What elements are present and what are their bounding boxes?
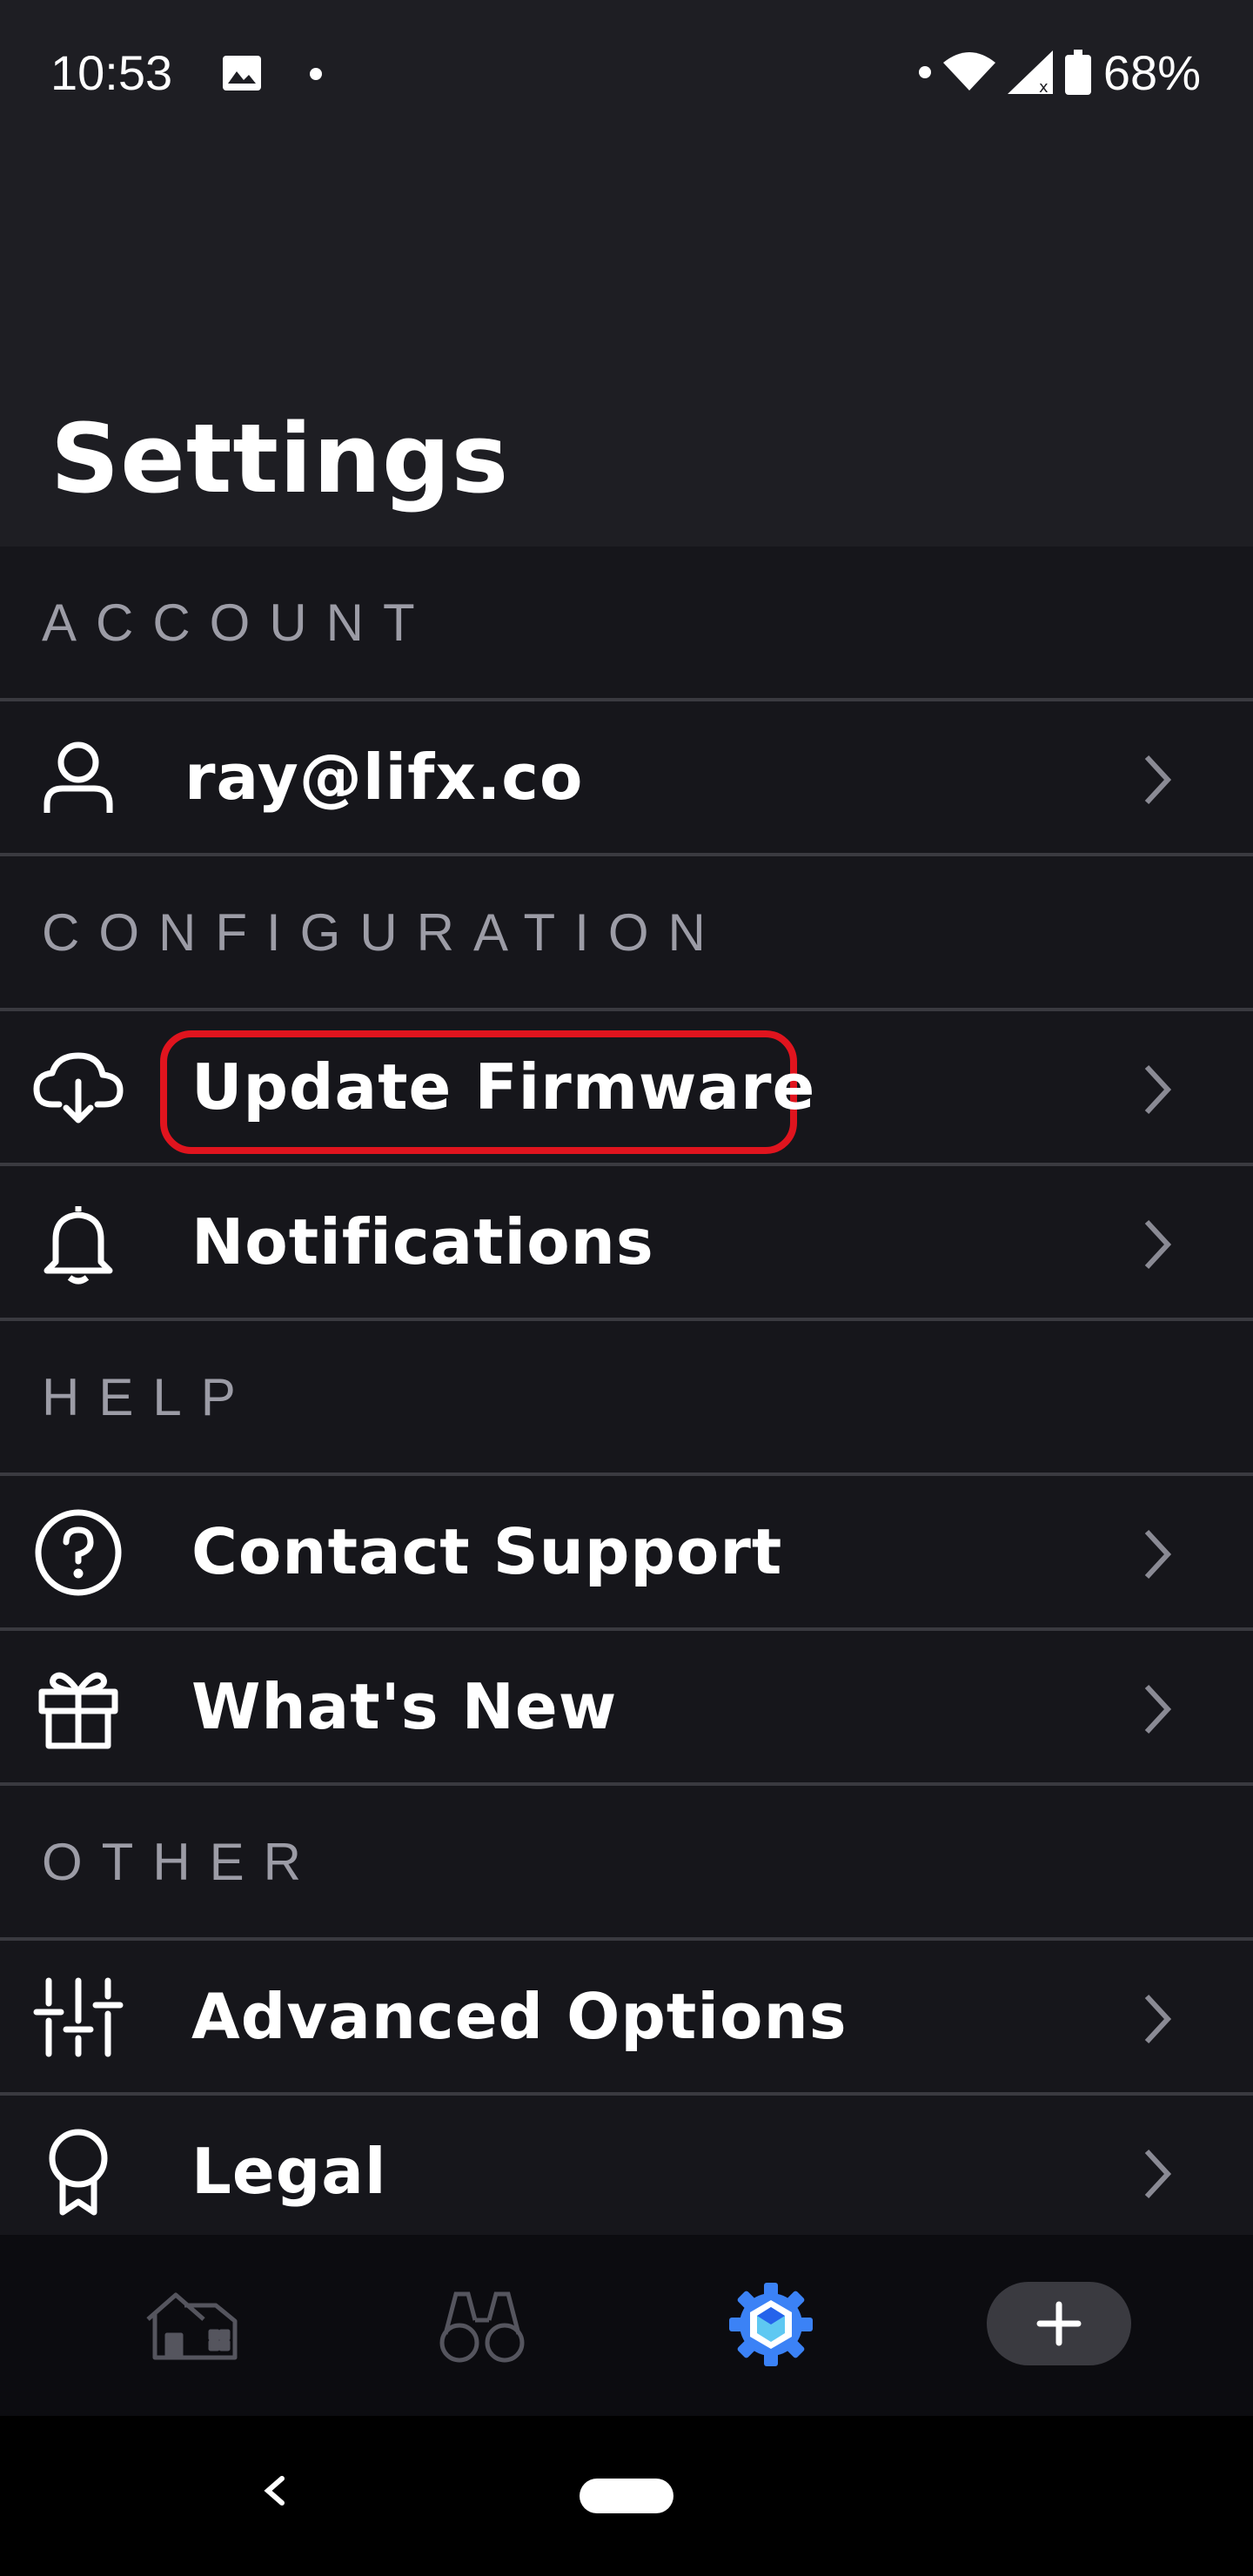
account-row[interactable]: ray@lifx.co: [0, 701, 1253, 856]
advanced-options-row[interactable]: Advanced Options: [0, 1941, 1253, 2096]
header: 10:53 x 68% Settings: [0, 0, 1253, 547]
chevron-right-icon: [1144, 2149, 1172, 2199]
help-circle-icon: [33, 1509, 124, 1596]
section-header-configuration: CONFIGURATION: [0, 856, 1253, 1011]
chevron-right-icon: [1144, 1219, 1172, 1270]
dot-icon: [310, 68, 322, 80]
home-pill[interactable]: [580, 2479, 673, 2513]
settings-list[interactable]: ACCOUNT ray@lifx.co CONFIGURATION Update…: [0, 547, 1253, 2235]
add-tab[interactable]: [987, 2282, 1131, 2365]
back-icon[interactable]: [252, 2465, 296, 2517]
gear-icon: [729, 2283, 813, 2366]
contact-support-row[interactable]: Contact Support: [0, 1476, 1253, 1631]
notifications-row[interactable]: Notifications: [0, 1166, 1253, 1321]
battery-icon: [1064, 50, 1091, 95]
person-icon: [33, 736, 124, 820]
notifications-label: Notifications: [191, 1205, 654, 1278]
update-firmware-label: Update Firmware: [191, 1050, 816, 1124]
sliders-icon: [33, 1976, 124, 2059]
award-ribbon-icon: [33, 2129, 124, 2216]
chevron-right-icon: [1144, 755, 1172, 805]
gift-icon: [33, 1666, 124, 1749]
advanced-options-label: Advanced Options: [191, 1980, 848, 2053]
discover-tab[interactable]: [430, 2277, 534, 2372]
section-header-account: ACCOUNT: [0, 547, 1253, 701]
wifi-icon: [942, 52, 995, 91]
contact-support-label: Contact Support: [191, 1515, 783, 1588]
section-header-help: HELP: [0, 1321, 1253, 1476]
cell-signal-icon: x: [1007, 50, 1053, 94]
legal-row[interactable]: Legal: [0, 2096, 1253, 2235]
battery-percent: 68%: [1102, 44, 1201, 100]
svg-text:x: x: [1039, 78, 1049, 94]
account-email: ray@lifx.co: [184, 741, 584, 814]
plus-icon: [1036, 2301, 1082, 2346]
house-icon: [146, 2292, 238, 2360]
chevron-right-icon: [1144, 1529, 1172, 1580]
dot-icon: [918, 66, 931, 78]
cloud-download-icon: [33, 1046, 124, 1130]
bell-icon: [33, 1201, 124, 1285]
whats-new-label: What's New: [191, 1670, 618, 1743]
chevron-right-icon: [1144, 1684, 1172, 1734]
settings-tab[interactable]: [719, 2277, 823, 2372]
home-tab[interactable]: [141, 2277, 245, 2372]
legal-label: Legal: [191, 2135, 387, 2208]
bottom-tab-bar: [0, 2235, 1253, 2416]
section-header-other: OTHER: [0, 1786, 1253, 1941]
image-icon: [223, 56, 261, 91]
status-time: 10:53: [50, 45, 173, 100]
chevron-right-icon: [1144, 1064, 1172, 1115]
chevron-right-icon: [1144, 1994, 1172, 2044]
settings-screen: 10:53 x 68% Settings ACCOUNT ray@lifx.co…: [0, 0, 1253, 2576]
whats-new-row[interactable]: What's New: [0, 1631, 1253, 1786]
update-firmware-row[interactable]: Update Firmware: [0, 1011, 1253, 1166]
page-title: Settings: [50, 403, 510, 514]
status-icons: x 68%: [918, 42, 1201, 103]
binoculars-icon: [439, 2291, 525, 2363]
system-nav-bar: [0, 2416, 1253, 2576]
